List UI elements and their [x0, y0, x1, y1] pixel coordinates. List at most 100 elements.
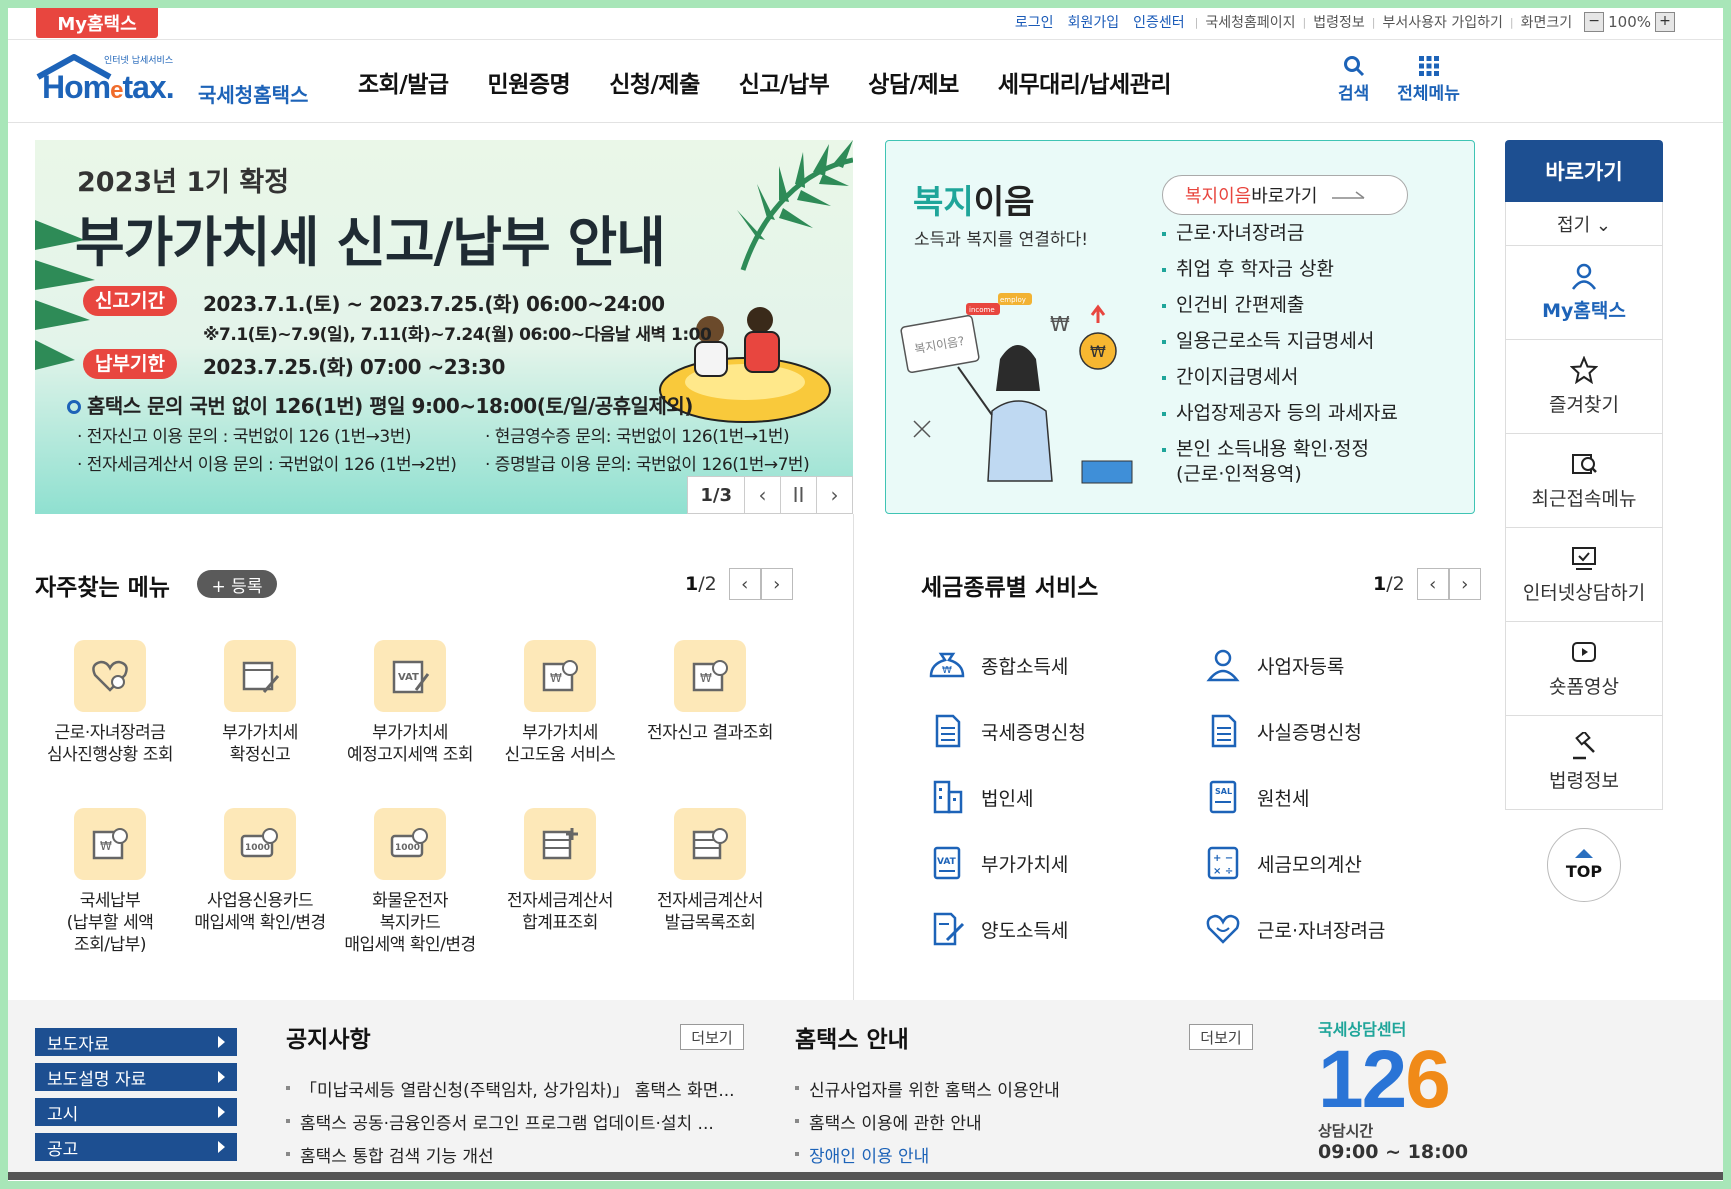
notice-more-button[interactable]: 더보기	[680, 1024, 744, 1050]
person-icon	[1206, 649, 1240, 682]
welfare-item[interactable]: 본인 소득내용 확인·정정	[1162, 437, 1398, 462]
freq-item-vat-help[interactable]: ₩ 부가가치세 신고도움 서비스	[485, 640, 635, 766]
monitor-check-icon	[1572, 547, 1596, 570]
guide-section: 홈택스 안내 더보기 신규사업자를 위한 홈택스 이용안내 홈택스 이용에 관한…	[795, 1020, 1253, 1167]
consult-center-126: 국세상담센터 126 상담시간 09:00 ~ 18:00	[1318, 1016, 1488, 1166]
quick-favorites[interactable]: 즐겨찾기	[1505, 340, 1663, 434]
quick-my-hometax[interactable]: My홈택스	[1505, 246, 1663, 340]
gnb-inquiry-issue[interactable]: 조회/발급	[358, 65, 449, 99]
guide-more-button[interactable]: 더보기	[1189, 1024, 1253, 1050]
pager-prev-button[interactable]: ‹	[728, 568, 761, 600]
welfare-item-cont: (근로·인적용역)	[1176, 463, 1302, 485]
quick-recent-menu[interactable]: 최근접속메뉴	[1505, 434, 1663, 528]
welfare-shortcut-button[interactable]: 복지이음 바로가기	[1162, 175, 1408, 215]
notice-item[interactable]: 홈택스 통합 검색 기능 개선	[286, 1142, 736, 1167]
banner-title: 부가가치세 신고/납부 안내	[75, 211, 666, 274]
freq-item-vat-final[interactable]: 부가가치세 확정신고	[185, 640, 335, 766]
all-menu-label: 전체메뉴	[1397, 84, 1460, 104]
guide-item[interactable]: 장애인 이용 안내	[795, 1142, 1245, 1167]
bullet-circle-icon	[67, 400, 81, 414]
freq-item-incentive-status[interactable]: 근로·자녀장려금 심사진행상황 조회	[35, 640, 185, 766]
zoom-in-button[interactable]: +	[1655, 12, 1675, 32]
freq-item-freight-welfare-card[interactable]: 1000 화물운전자 복지카드 매입세액 확인/변경	[335, 808, 485, 956]
pager-prev-button[interactable]: ‹	[1416, 568, 1449, 600]
gnb-tax-agent[interactable]: 세무대리/납세관리	[998, 65, 1172, 99]
welfare-item[interactable]: 취업 후 학자금 상환	[1162, 257, 1398, 282]
welfare-item[interactable]: 사업장제공자 등의 과세자료	[1162, 401, 1398, 426]
pager-next-button[interactable]: ›	[760, 568, 793, 600]
banner-prev-button[interactable]: ‹	[744, 477, 780, 513]
pager-next-button[interactable]: ›	[1448, 568, 1481, 600]
freq-item-efile-result[interactable]: ₩ 전자신고 결과조회	[635, 640, 785, 744]
divider: |	[1194, 15, 1199, 29]
search-button[interactable]: 검색	[1338, 55, 1369, 104]
gnb-consult-report[interactable]: 상담/제보	[868, 65, 959, 99]
arrow-right-icon	[218, 1036, 225, 1048]
tax-item-business-registration[interactable]: 사업자등록	[1203, 648, 1344, 682]
tax-item-fact-certificate[interactable]: 사실증명신청	[1203, 714, 1362, 748]
screen-size-label: 화면크기	[1520, 15, 1573, 31]
welfare-item[interactable]: 일용근로소득 지급명세서	[1162, 329, 1398, 354]
freq-item-einvoice-summary[interactable]: 전자세금계산서 합계표조회	[485, 808, 635, 934]
freq-item-national-tax-payment[interactable]: ₩ 국세납부 (납부할 세액 조회/납부)	[35, 808, 185, 956]
nav-press-release[interactable]: 보도자료	[35, 1028, 237, 1056]
guide-item[interactable]: 신규사업자를 위한 홈택스 이용안내	[795, 1076, 1245, 1101]
tax-item-tax-certificate[interactable]: 국세증명신청	[927, 714, 1086, 748]
welfare-item[interactable]: 근로·자녀장려금	[1162, 221, 1398, 246]
signup-link[interactable]: 회원가입	[1068, 12, 1120, 32]
money-bag-icon: ₩	[929, 652, 965, 678]
scroll-top-button[interactable]: TOP	[1547, 828, 1621, 902]
table-search-icon	[674, 808, 746, 880]
welfare-item[interactable]: 인건비 간편제출	[1162, 293, 1398, 318]
nav-announcement[interactable]: 공고	[35, 1133, 237, 1161]
nav-notification[interactable]: 고시	[35, 1098, 237, 1126]
zoom-out-button[interactable]: −	[1584, 12, 1605, 32]
cert-center-link[interactable]: 인증센터	[1133, 12, 1185, 32]
law-info-link[interactable]: 법령정보	[1313, 12, 1365, 32]
banner-pause-button[interactable]: II	[780, 477, 816, 513]
svg-text:VAT: VAT	[398, 672, 419, 683]
quick-law-info[interactable]: 법령정보	[1505, 716, 1663, 810]
card-search-icon: 1000	[374, 808, 446, 880]
login-link[interactable]: 로그인	[1015, 12, 1054, 32]
nts-home-link[interactable]: 국세청홈페이지	[1205, 12, 1295, 32]
gnb-apply-submit[interactable]: 신청/제출	[609, 65, 700, 99]
welfare-item[interactable]: 간이지급명세서	[1162, 365, 1398, 390]
banner-next-button[interactable]: ›	[816, 477, 852, 513]
divider: |	[1371, 15, 1376, 29]
freq-item-business-credit-card[interactable]: 1000 사업용신용카드 매입세액 확인/변경	[185, 808, 335, 934]
pager-text: 1/2	[685, 573, 717, 595]
main-header: 인터넷 납세서비스 Hometax. 국세청홈택스 조회/발급 민원증명 신청/…	[8, 41, 1723, 123]
gnb-report-pay[interactable]: 신고/납부	[739, 65, 830, 99]
freq-item-einvoice-list[interactable]: 전자세금계산서 발급목록조회	[635, 808, 785, 934]
all-menu-button[interactable]: 전체메뉴	[1397, 55, 1460, 104]
register-menu-button[interactable]: + 등록	[197, 570, 277, 598]
tax-item-vat[interactable]: VAT 부가가치세	[927, 846, 1068, 880]
tax-item-simulation[interactable]: + − × ÷ 세금모의계산	[1203, 846, 1362, 880]
tax-item-global-income[interactable]: ₩ 종합소득세	[927, 648, 1068, 682]
notice-item[interactable]: 홈택스 공동·금융인증서 로그인 프로그램 업데이트·설치 ...	[286, 1109, 736, 1134]
palm-leaf-decoration	[737, 140, 853, 271]
tax-item-withholding[interactable]: SAL 원천세	[1203, 780, 1309, 814]
utility-links: 로그인 회원가입 인증센터 | 국세청홈페이지 | 법령정보 | 부서사용자 가…	[1008, 12, 1675, 32]
quick-internet-consult[interactable]: 인터넷상담하기	[1505, 528, 1663, 622]
freq-item-vat-prenotice[interactable]: VAT 부가가치세 예정고지세액 조회	[335, 640, 485, 766]
tax-item-incentive[interactable]: 근로·자녀장려금	[1203, 912, 1385, 946]
gnb-civil-cert[interactable]: 민원증명	[488, 65, 571, 99]
welfare-tag-employ: employ	[1000, 296, 1026, 304]
tax-item-corporate[interactable]: 법인세	[927, 780, 1033, 814]
woman-welfare-illustration: 복지이음? income employ ₩ ₩	[900, 293, 1133, 484]
quick-fold-button[interactable]: 접기 ⌄	[1505, 202, 1663, 246]
vat-banner[interactable]: 2023년 1기 확정 부가가치세 신고/납부 안내 신고기간 2023.7.1…	[35, 140, 853, 514]
hometax-logo[interactable]: 인터넷 납세서비스 Hometax. 국세청홈택스	[34, 49, 314, 109]
dept-user-signup-link[interactable]: 부서사용자 가입하기	[1382, 12, 1502, 32]
notice-item[interactable]: 「미납국세등 열람신청(주택임차, 상가임차)」 홈택스 화면...	[286, 1076, 736, 1101]
document-icon	[935, 714, 961, 748]
my-hometax-badge[interactable]: My홈택스	[36, 8, 158, 38]
nav-press-explanation[interactable]: 보도설명 자료	[35, 1063, 237, 1091]
divider: |	[1302, 15, 1307, 29]
tax-item-transfer-income[interactable]: 양도소득세	[927, 912, 1068, 946]
guide-item[interactable]: 홈택스 이용에 관한 안내	[795, 1109, 1245, 1134]
frequent-menu-title: 자주찾는 메뉴	[35, 575, 170, 601]
quick-shortform-video[interactable]: 숏폼영상	[1505, 622, 1663, 716]
